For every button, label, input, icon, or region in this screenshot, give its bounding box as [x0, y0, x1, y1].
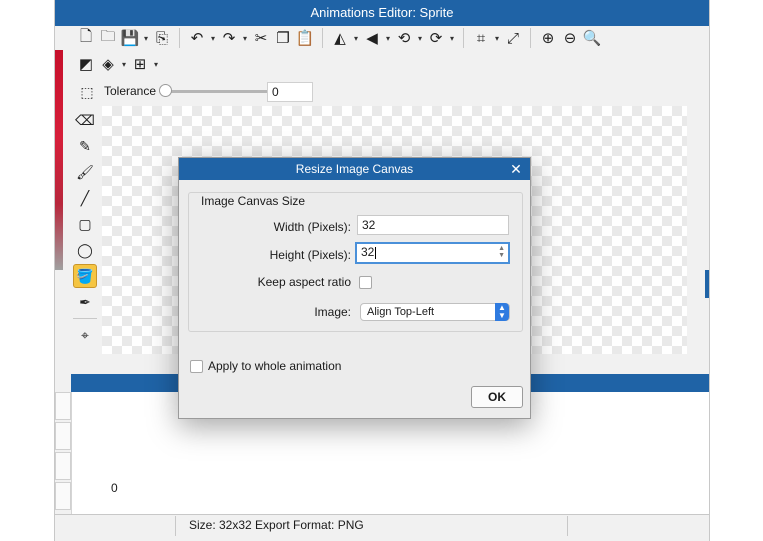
keep-aspect-label: Keep aspect ratio: [257, 275, 351, 289]
layers-icon[interactable]: ◈: [97, 53, 119, 75]
dropdown-arrow-icon[interactable]: ▾: [240, 34, 250, 43]
main-toolbar: 🗋 🗀 💾 ▾ ⎘ ↶ ▾ ↷ ▾ ✂ ❐ 📋 ◭ ▾ ◀ ▾ ⟲ ▾ ⟳ ▾ ⌗ ▾ ⤢ ⊕ ⊖ 🔍: [75, 25, 603, 51]
undo-icon[interactable]: ↶: [186, 27, 208, 49]
crop-icon[interactable]: ⌗: [470, 27, 492, 49]
copy-icon[interactable]: ❐: [272, 27, 294, 49]
image-align-value: Align Top-Left: [367, 306, 435, 318]
dropdown-arrow-icon[interactable]: ▾: [351, 34, 361, 43]
new-file-icon[interactable]: 🗋: [75, 27, 97, 49]
tolerance-slider-track[interactable]: [164, 90, 268, 93]
grid-icon[interactable]: ⊞: [129, 53, 151, 75]
select-marquee-icon[interactable]: ⬚: [75, 80, 99, 104]
tools-palette: ⌫ ✎ 🖌 ╱ ▢ ◯ 🪣 ✒ ⌖: [73, 106, 101, 349]
export-icon[interactable]: ⎘: [151, 27, 173, 49]
dropdown-arrow-icon[interactable]: ▾: [151, 60, 161, 69]
timeline-box: [55, 452, 71, 480]
group-title: Image Canvas Size: [201, 194, 306, 208]
apply-all-checkbox[interactable]: [190, 360, 203, 373]
close-icon[interactable]: ✕: [508, 158, 524, 180]
color-swap-icon[interactable]: ◩: [75, 53, 97, 75]
toolbar-separator: [322, 28, 323, 48]
paste-icon[interactable]: 📋: [294, 27, 316, 49]
dropdown-arrow-icon[interactable]: ▾: [492, 34, 502, 43]
dropdown-arrow-icon[interactable]: ▾: [141, 34, 151, 43]
brush-icon[interactable]: 🖌: [73, 160, 97, 184]
zoom-out-icon[interactable]: ⊖: [559, 27, 581, 49]
window-title: Animations Editor: Sprite: [55, 0, 709, 26]
timeline-box: [55, 482, 71, 510]
open-folder-icon[interactable]: 🗀: [97, 27, 119, 49]
rotate-right-icon[interactable]: ⟳: [425, 27, 447, 49]
apply-all-label: Apply to whole animation: [208, 359, 342, 373]
ellipse-icon[interactable]: ◯: [73, 238, 97, 262]
rectangle-icon[interactable]: ▢: [73, 212, 97, 236]
hotspot-icon[interactable]: ⌖: [73, 323, 97, 347]
side-panel-edge: [705, 270, 709, 298]
status-text: Size: 32x32 Export Format: PNG: [189, 518, 364, 532]
resize-canvas-dialog: Resize Image Canvas ✕ Image Canvas Size …: [178, 157, 531, 419]
dropdown-arrow-icon[interactable]: ▾: [119, 60, 129, 69]
toolbar-separator: [179, 28, 180, 48]
dropdown-arrow-icon[interactable]: ▾: [208, 34, 218, 43]
tool-separator: [73, 318, 97, 319]
eyedropper-icon[interactable]: ✒: [73, 290, 97, 314]
status-divider: [175, 516, 176, 536]
cut-icon[interactable]: ✂: [250, 27, 272, 49]
dialog-title: Resize Image Canvas: [295, 162, 414, 176]
redo-icon[interactable]: ↷: [218, 27, 240, 49]
width-label: Width (Pixels):: [273, 220, 351, 234]
status-bar: [55, 514, 709, 541]
width-input[interactable]: 32: [357, 215, 509, 235]
eraser-icon[interactable]: ⌫: [73, 108, 97, 132]
height-value: 32: [361, 245, 375, 259]
pencil-icon[interactable]: ✎: [73, 134, 97, 158]
ok-button[interactable]: OK: [471, 386, 523, 408]
chevron-updown-icon: ▲ ▼: [495, 303, 509, 321]
image-align-select[interactable]: Align Top-Left ▲ ▼: [360, 303, 510, 321]
rotate-left-icon[interactable]: ⟲: [393, 27, 415, 49]
toolbar-separator: [463, 28, 464, 48]
height-label: Height (Pixels):: [269, 248, 351, 262]
dialog-title-bar: Resize Image Canvas ✕: [179, 158, 530, 180]
timeline-box: [55, 422, 71, 450]
tolerance-label: Tolerance: [104, 84, 157, 98]
status-divider: [567, 516, 568, 536]
flip-horizontal-icon[interactable]: ◭: [329, 27, 351, 49]
height-stepper[interactable]: ▲ ▼: [498, 245, 505, 259]
save-icon[interactable]: 💾: [119, 27, 141, 49]
flip-vertical-icon[interactable]: ◀: [361, 27, 383, 49]
secondary-toolbar: ◩ ◈ ▾ ⊞ ▾: [75, 51, 161, 77]
height-input[interactable]: 32 ▲ ▼: [355, 242, 510, 264]
tolerance-input[interactable]: 0: [267, 82, 313, 102]
timeline-box: [55, 392, 71, 420]
frame-index: 0: [111, 481, 118, 495]
tolerance-slider-handle[interactable]: [159, 84, 172, 97]
paint-bucket-icon[interactable]: 🪣: [73, 264, 97, 288]
zoom-in-icon[interactable]: ⊕: [537, 27, 559, 49]
toolbar-separator: [530, 28, 531, 48]
zoom-fit-icon[interactable]: 🔍: [581, 27, 603, 49]
dropdown-arrow-icon[interactable]: ▾: [383, 34, 393, 43]
dropdown-arrow-icon[interactable]: ▾: [415, 34, 425, 43]
keep-aspect-checkbox[interactable]: [359, 276, 372, 289]
dropdown-arrow-icon[interactable]: ▾: [447, 34, 457, 43]
resize-icon[interactable]: ⤢: [502, 27, 524, 49]
color-strip: [55, 50, 63, 270]
image-align-label: Image:: [314, 305, 351, 319]
timeline-side-boxes: [55, 392, 71, 514]
text-cursor: [375, 246, 377, 259]
line-icon[interactable]: ╱: [73, 186, 97, 210]
